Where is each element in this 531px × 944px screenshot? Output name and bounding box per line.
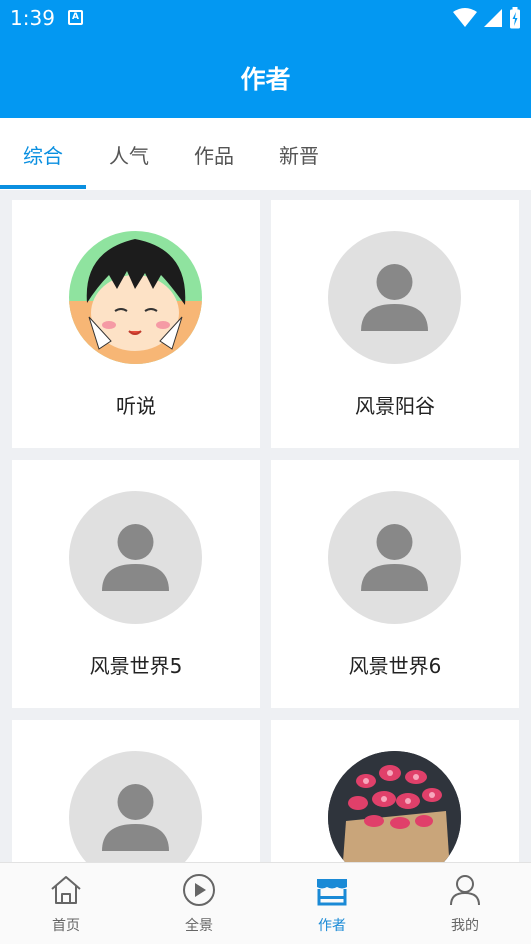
default-person-avatar <box>69 751 202 862</box>
author-card[interactable] <box>12 720 260 862</box>
app-bar: 作者 <box>0 36 531 118</box>
cell-signal-icon <box>484 9 502 27</box>
nav-panorama-label: 全景 <box>185 918 213 934</box>
author-card[interactable] <box>271 720 519 862</box>
default-person-avatar <box>328 231 461 364</box>
nav-panorama[interactable]: 全景 <box>133 863 265 944</box>
tab-newcomers[interactable]: 新晋 <box>256 140 342 169</box>
status-bar: 1:39 A <box>0 0 531 36</box>
nav-authors[interactable]: 作者 <box>266 863 398 944</box>
author-card[interactable]: 风景阳谷 <box>271 200 519 448</box>
nav-home[interactable]: 首页 <box>0 863 132 944</box>
default-person-avatar <box>69 491 202 624</box>
succulent-plant-photo-avatar <box>328 751 461 862</box>
author-name: 听说 <box>116 394 156 418</box>
tab-active-indicator <box>0 185 86 189</box>
nav-authors-label: 作者 <box>318 918 346 934</box>
author-name: 风景阳谷 <box>355 394 435 418</box>
store-icon <box>317 879 347 906</box>
status-time: 1:39 <box>10 6 55 30</box>
cartoon-girl-avatar <box>69 231 202 364</box>
wifi-icon <box>453 8 477 27</box>
nav-home-label: 首页 <box>52 918 80 934</box>
tab-works[interactable]: 作品 <box>171 140 257 169</box>
author-name: 风景世界5 <box>89 654 183 678</box>
author-grid: 听说 风景阳谷 风景世界5 风景世界6 <box>0 190 531 862</box>
tab-overall[interactable]: 综合 <box>0 140 86 169</box>
person-icon <box>450 875 480 906</box>
home-icon <box>51 876 81 904</box>
nav-mine[interactable]: 我的 <box>399 863 531 944</box>
author-name: 风景世界6 <box>348 654 442 678</box>
battery-icon <box>510 7 520 29</box>
play-circle-icon <box>183 874 215 906</box>
tab-bar: 综合 人气 作品 新晋 <box>0 118 531 190</box>
notification-a-icon: A <box>68 10 83 25</box>
system-icons <box>453 7 521 29</box>
tab-popularity[interactable]: 人气 <box>86 140 172 169</box>
author-card[interactable]: 风景世界6 <box>271 460 519 708</box>
page-title: 作者 <box>240 65 291 94</box>
author-card[interactable]: 风景世界5 <box>12 460 260 708</box>
author-card[interactable]: 听说 <box>12 200 260 448</box>
nav-mine-label: 我的 <box>451 918 479 934</box>
default-person-avatar <box>328 491 461 624</box>
bottom-navigation: 首页 全景 作者 我的 <box>0 862 531 944</box>
